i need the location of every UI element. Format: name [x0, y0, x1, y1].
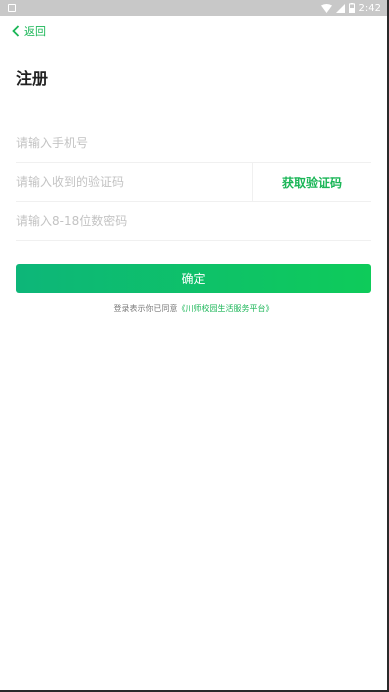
app-screen: 2:42 返回 注册 获取验证码 确定 登录表示你已同意《川师校园生活服务平台》: [0, 0, 389, 692]
chevron-left-icon: [12, 25, 20, 37]
password-row: [16, 202, 371, 241]
page-title: 注册: [16, 69, 49, 88]
wifi-icon: [320, 3, 332, 13]
verification-code-input[interactable]: [16, 163, 252, 201]
battery-icon: [348, 3, 355, 13]
code-row: 获取验证码: [16, 162, 371, 202]
status-time: 2:42: [358, 2, 381, 14]
signal-icon: [335, 3, 345, 13]
notification-icon: [8, 4, 16, 12]
password-input[interactable]: [16, 202, 371, 240]
back-button[interactable]: 返回: [12, 23, 46, 39]
back-label: 返回: [24, 25, 46, 38]
nav-bar: 返回: [0, 16, 387, 46]
agreement-prefix: 登录表示你已同意: [113, 304, 178, 313]
status-bar: 2:42: [0, 0, 387, 16]
phone-row: [16, 124, 371, 163]
register-form: 获取验证码: [0, 110, 387, 241]
get-code-button[interactable]: 获取验证码: [252, 162, 371, 202]
confirm-button[interactable]: 确定: [16, 264, 371, 293]
agreement-link[interactable]: 《川师校园生活服务平台》: [178, 304, 274, 313]
agreement-text: 登录表示你已同意《川师校园生活服务平台》: [0, 303, 387, 314]
phone-input[interactable]: [16, 124, 371, 162]
